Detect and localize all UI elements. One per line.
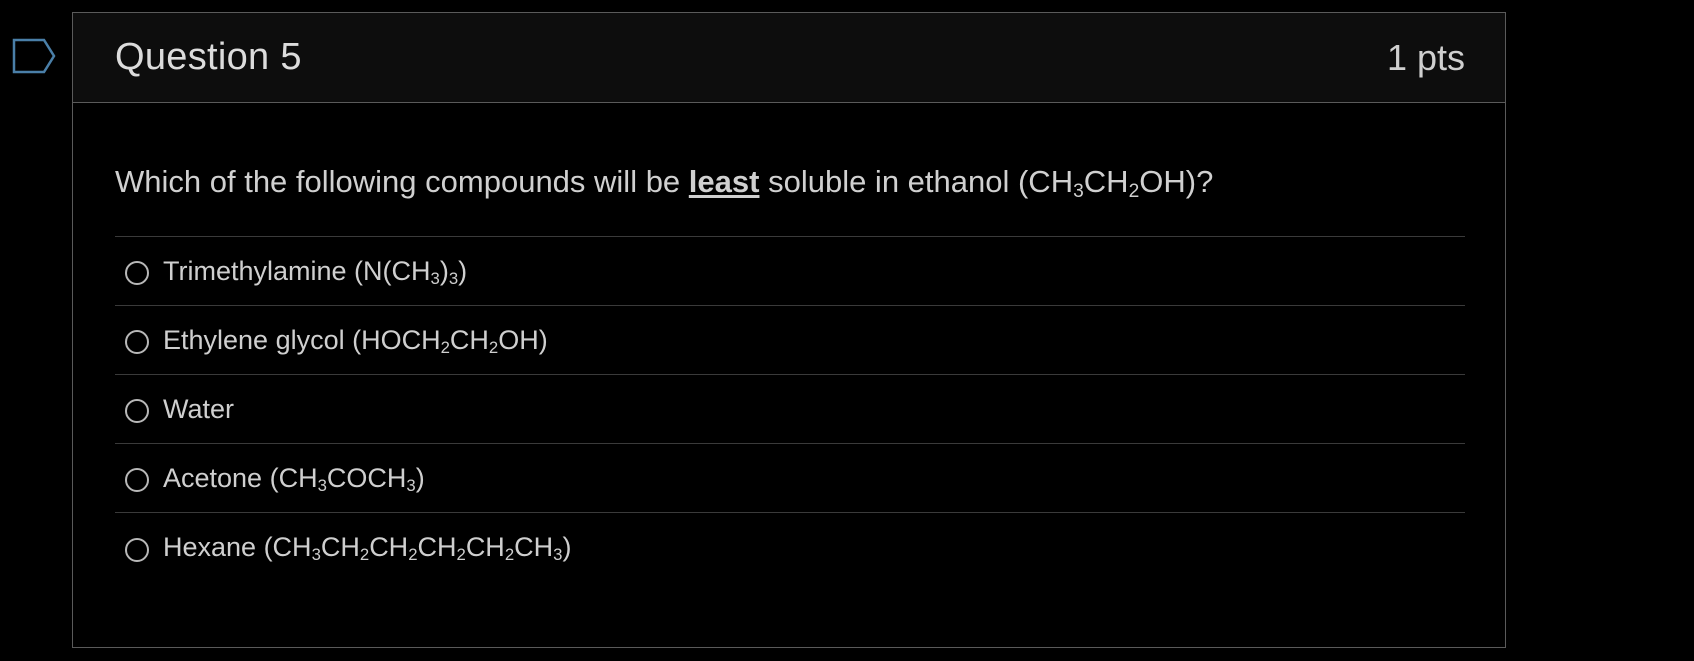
answer-label: Acetone (CH3COCH3) <box>163 462 425 495</box>
flag-question-icon[interactable] <box>12 38 56 74</box>
answer-label: Hexane (CH3CH2CH2CH2CH2CH3) <box>163 532 572 565</box>
answer-list: Trimethylamine (N(CH3)3) Ethylene glycol… <box>115 236 1465 582</box>
answer-option-hexane[interactable]: Hexane (CH3CH2CH2CH2CH2CH3) <box>115 513 1465 582</box>
prompt-emphasis: least <box>688 164 760 199</box>
prompt-subscript: 2 <box>1128 180 1140 202</box>
radio-button[interactable] <box>125 261 149 286</box>
answer-option-trimethylamine[interactable]: Trimethylamine (N(CH3)3) <box>115 237 1465 307</box>
prompt-formula-end: OH)? <box>1139 164 1214 199</box>
prompt-formula-mid: CH <box>1083 164 1129 199</box>
answer-label: Water <box>163 393 235 424</box>
question-title: Question 5 <box>115 36 302 78</box>
answer-label: Ethylene glycol (HOCH2CH2OH) <box>163 324 548 357</box>
answer-option-water[interactable]: Water <box>115 375 1465 445</box>
prompt-text-middle: soluble in ethanol (CH <box>759 164 1074 199</box>
answer-label: Trimethylamine (N(CH3)3) <box>163 255 468 288</box>
radio-button[interactable] <box>125 330 149 355</box>
question-points: 1 pts <box>1386 36 1465 78</box>
answer-option-ethylene-glycol[interactable]: Ethylene glycol (HOCH2CH2OH) <box>115 306 1465 376</box>
radio-button[interactable] <box>125 399 149 424</box>
question-body: Which of the following compounds will be… <box>73 103 1505 582</box>
prompt-text-start: Which of the following compounds will be <box>115 164 689 199</box>
answer-option-acetone[interactable]: Acetone (CH3COCH3) <box>115 444 1465 514</box>
radio-button[interactable] <box>125 468 149 493</box>
question-header: Question 5 1 pts <box>73 13 1505 103</box>
question-prompt: Which of the following compounds will be… <box>115 163 1465 202</box>
radio-button[interactable] <box>125 537 149 562</box>
question-card: Question 5 1 pts Which of the following … <box>72 12 1506 648</box>
prompt-subscript: 3 <box>1073 180 1084 202</box>
